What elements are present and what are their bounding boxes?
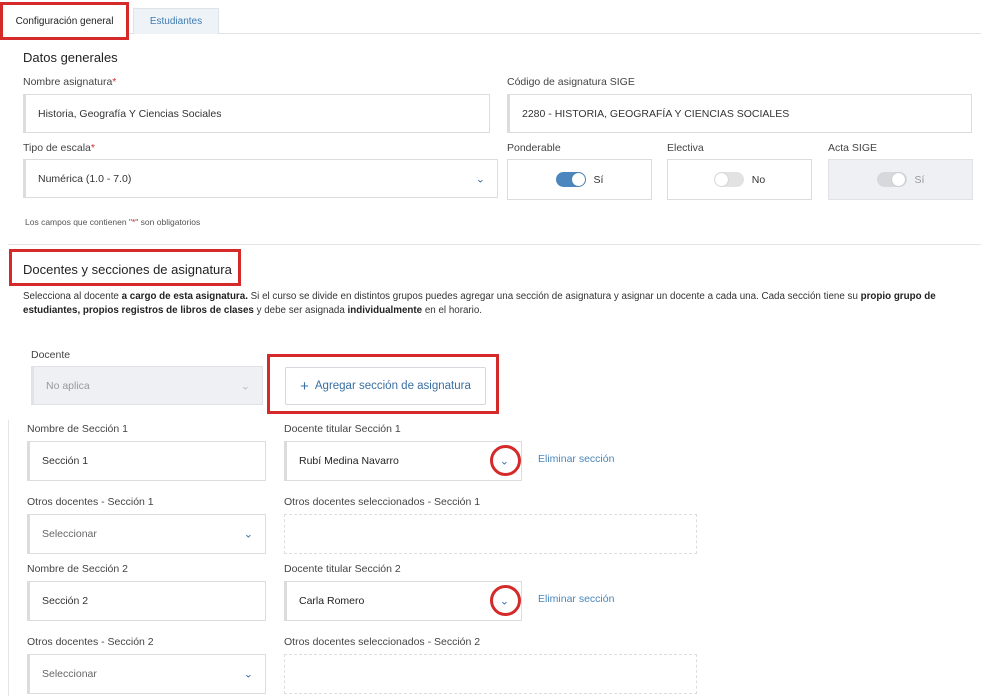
input-value: Historia, Geografía Y Ciencias Sociales	[38, 107, 222, 120]
seccion1-otros-select[interactable]: Seleccionar ⌄	[27, 514, 266, 554]
seccion2-nombre-label: Nombre de Sección 2	[27, 563, 128, 575]
electiva-toggle[interactable]: No	[667, 159, 812, 200]
tab-estudiantes[interactable]: Estudiantes	[133, 8, 219, 34]
seccion2-nombre-input[interactable]: Sección 2	[27, 581, 266, 621]
seccion2-eliminar-link[interactable]: Eliminar sección	[538, 593, 614, 605]
select-value: Carla Romero	[299, 595, 365, 607]
toggle-value: No	[751, 173, 766, 186]
chevron-down-icon: ⌄	[475, 173, 485, 185]
select-value: Rubí Medina Navarro	[299, 455, 399, 467]
chevron-down-icon: ⌄	[499, 595, 509, 608]
seccion1-otros-selected-box	[284, 514, 697, 554]
seccion1-eliminar-link[interactable]: Eliminar sección	[538, 453, 614, 465]
tab-label: Configuración general	[15, 16, 114, 27]
docente-select: No aplica ⌄	[31, 366, 263, 405]
toggle-knob	[571, 173, 585, 186]
codigo-sige-label: Código de asignatura SIGE	[507, 76, 635, 88]
toggle-knob	[891, 173, 905, 186]
note-text: Los campos que contienen "	[25, 217, 132, 227]
tipo-escala-select[interactable]: Numérica (1.0 - 7.0) ⌄	[23, 159, 498, 198]
select-value: Numérica (1.0 - 7.0)	[38, 172, 132, 185]
nombre-asignatura-input[interactable]: Historia, Geografía Y Ciencias Sociales	[23, 94, 490, 133]
section-title-datos-generales: Datos generales	[23, 50, 118, 65]
divider	[8, 244, 981, 245]
docentes-description: Selecciona al docente a cargo de esta as…	[23, 290, 963, 318]
chevron-down-icon: ⌄	[499, 455, 509, 468]
tab-label: Estudiantes	[149, 16, 203, 27]
chevron-down-icon: ⌄	[243, 528, 253, 541]
docente-label: Docente	[31, 349, 71, 361]
desc-text: Si el curso se divide en distintos grupo…	[247, 291, 861, 302]
label-text: Tipo de escala	[23, 142, 91, 154]
seccion2-otros-sel-label: Otros docentes seleccionados - Sección 2	[284, 636, 481, 648]
note-text: " son obligatorios	[135, 217, 201, 227]
seccion2-otros-label: Otros docentes - Sección 2	[27, 636, 154, 648]
sections-left-border	[8, 420, 9, 696]
select-placeholder: Seleccionar	[42, 668, 97, 680]
section-title-docentes: Docentes y secciones de asignatura	[23, 262, 232, 277]
seccion1-titular-label: Docente titular Sección 1	[284, 423, 401, 435]
nombre-asignatura-label: Nombre asignatura*	[23, 76, 116, 88]
desc-text: y debe ser asignada	[253, 305, 348, 316]
add-section-button[interactable]: + Agregar sección de asignatura	[285, 367, 486, 405]
acta-sige-label: Acta SIGE	[828, 142, 878, 154]
desc-bold: a cargo de esta asignatura.	[121, 291, 248, 302]
required-mark: *	[112, 76, 117, 88]
seccion1-otros-sel-label: Otros docentes seleccionados - Sección 1	[284, 496, 481, 508]
label-text: Nombre asignatura	[23, 76, 113, 88]
seccion1-titular-select[interactable]: Rubí Medina Navarro ⌄	[284, 441, 522, 481]
seccion2-titular-label: Docente titular Sección 2	[284, 563, 401, 575]
toggle-switch-disabled	[876, 172, 907, 187]
ponderable-toggle[interactable]: Sí	[507, 159, 652, 200]
seccion1-nombre-input[interactable]: Sección 1	[27, 441, 266, 481]
desc-text: en el horario.	[422, 305, 483, 316]
toggle-switch-on[interactable]	[555, 172, 586, 187]
required-mark: *	[90, 142, 95, 154]
chevron-down-icon: ⌄	[243, 668, 253, 681]
tab-configuracion-general[interactable]: Configuración general	[2, 3, 127, 39]
chevron-down-icon: ⌄	[240, 380, 250, 392]
desc-bold: individualmente	[347, 305, 423, 316]
input-value: Sección 1	[42, 455, 89, 467]
toggle-value: Sí	[593, 173, 604, 186]
toggle-value: Sí	[914, 173, 925, 186]
select-value: No aplica	[46, 379, 90, 392]
toggle-knob	[714, 173, 728, 186]
input-value: Sección 2	[42, 595, 89, 607]
tipo-escala-label: Tipo de escala*	[23, 142, 95, 154]
seccion1-otros-label: Otros docentes - Sección 1	[27, 496, 154, 508]
button-label: Agregar sección de asignatura	[314, 380, 471, 392]
seccion2-otros-select[interactable]: Seleccionar ⌄	[27, 654, 266, 694]
acta-sige-toggle: Sí	[828, 159, 973, 200]
required-note: Los campos que contienen "*" son obligat…	[25, 217, 200, 227]
plus-icon: +	[300, 377, 309, 395]
ponderable-label: Ponderable	[507, 142, 561, 154]
codigo-sige-input[interactable]: 2280 - HISTORIA, GEOGRAFÍA Y CIENCIAS SO…	[507, 94, 972, 133]
seccion2-otros-selected-box	[284, 654, 697, 694]
desc-text: Selecciona al docente	[23, 291, 122, 302]
seccion1-nombre-label: Nombre de Sección 1	[27, 423, 128, 435]
electiva-label: Electiva	[667, 142, 704, 154]
seccion2-titular-select[interactable]: Carla Romero ⌄	[284, 581, 522, 621]
input-value: 2280 - HISTORIA, GEOGRAFÍA Y CIENCIAS SO…	[522, 107, 790, 120]
select-placeholder: Seleccionar	[42, 528, 97, 540]
toggle-switch-off[interactable]	[713, 172, 744, 187]
